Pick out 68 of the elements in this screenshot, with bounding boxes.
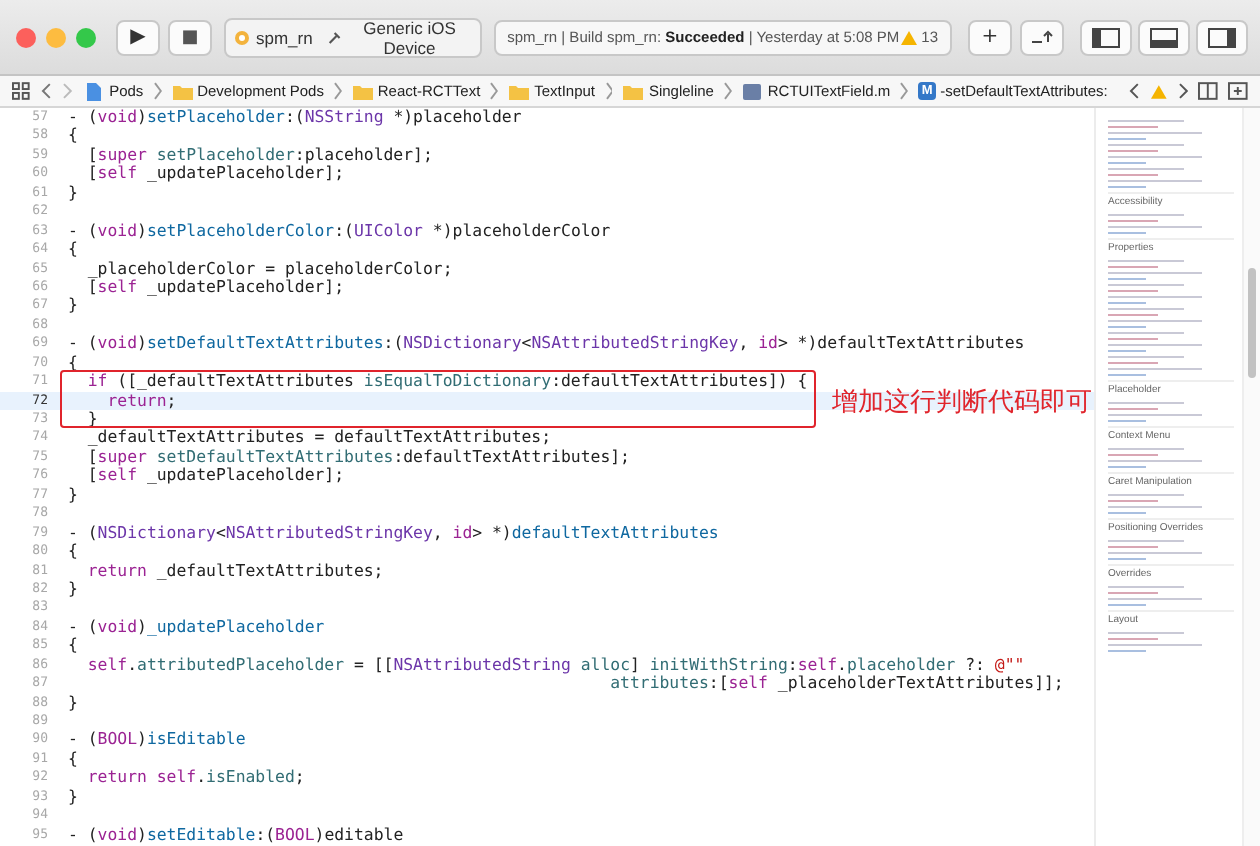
code-line: }	[68, 485, 78, 505]
code-line: return self.isEnabled;	[85, 768, 305, 788]
chevron-icon	[333, 82, 342, 100]
folder-icon	[508, 81, 531, 101]
folder-icon	[622, 81, 645, 101]
code-line: - (void)setDefaultTextAttributes:(NSDictionary<NSAttributedStringKey, id> *)defaultTextAttributes	[68, 334, 1025, 354]
code-line: }	[68, 296, 78, 316]
warning-icon	[899, 29, 918, 45]
chevron-icon	[490, 82, 499, 100]
back-icon[interactable]	[39, 82, 52, 100]
code-line: [self _updatePlaceholder];	[85, 277, 345, 297]
code-line: return;	[105, 391, 177, 410]
code-line: }	[68, 579, 78, 599]
scrollbar-thumb[interactable]	[1248, 268, 1256, 378]
code-line: }	[85, 410, 98, 429]
split-editor-icon[interactable]	[1198, 82, 1219, 100]
code-line: - (void)_updatePlaceholder	[68, 617, 325, 637]
code-line: }	[68, 693, 78, 712]
code-line: - (BOOL)isEditable	[68, 730, 246, 750]
code-line: }	[68, 787, 78, 807]
code-line: [self _updatePlaceholder];	[85, 164, 345, 184]
arrows-icon	[1030, 29, 1054, 45]
annotation-text: 增加这行判断代码即可	[832, 386, 1092, 421]
code-line: {	[68, 542, 78, 561]
code-line: return _defaultTextAttributes;	[85, 561, 384, 580]
file-icon	[741, 81, 764, 101]
code-line: }	[68, 183, 78, 203]
code-line: - (void)setEditable:(BOOL)editable	[68, 825, 404, 845]
folder-icon	[171, 81, 194, 101]
add-editor-icon[interactable]	[1228, 82, 1249, 100]
inspector-toggle-button[interactable]	[1196, 19, 1248, 55]
chevron-icon	[900, 82, 909, 100]
stop-button[interactable]: ■	[168, 19, 212, 55]
code-line: {	[68, 636, 78, 656]
code-line: self.attributedPlaceholder = [[NSAttributedString alloc] initWithString:self.placeholder ?: @""	[85, 655, 1025, 675]
navigator-toggle-button[interactable]	[1080, 19, 1132, 55]
code-line: [super setPlaceholder:placeholder];	[85, 145, 433, 165]
code-line: {	[68, 240, 78, 259]
code-line: {	[68, 749, 78, 769]
code-line: - (void)setPlaceholder:(NSString *)placeholder	[68, 108, 522, 127]
code-line: if ([_defaultTextAttributes isEqualToDictionary:defaultTextAttributes]) {	[85, 372, 808, 392]
app-icon	[234, 29, 250, 45]
code-line: [self _updatePlaceholder];	[85, 466, 345, 486]
chevron-icon	[723, 82, 732, 100]
debug-area-toggle-button[interactable]	[1138, 19, 1190, 55]
code-line: _defaultTextAttributes = defaultTextAttributes;	[85, 428, 552, 448]
code-line: {	[68, 126, 78, 146]
back-icon[interactable]	[1127, 82, 1140, 100]
panel-icon	[1150, 27, 1178, 47]
add-button[interactable]: +	[968, 19, 1012, 55]
code-review-button[interactable]	[1020, 19, 1064, 55]
forward-icon[interactable]	[1177, 82, 1189, 100]
chevron-icon	[153, 82, 162, 100]
hammer-icon	[328, 29, 342, 45]
document-icon	[83, 81, 106, 101]
code-line: - (NSDictionary<NSAttributedStringKey, id> *)defaultTextAttributes	[68, 523, 719, 543]
panel-icon	[1092, 27, 1120, 47]
code-line: - (void)setPlaceholderColor:(UIColor *)placeholderColor	[68, 221, 611, 241]
grid-icon[interactable]	[12, 82, 30, 100]
chevron-icon	[605, 82, 613, 100]
code-line: [super setDefaultTextAttributes:defaultTextAttributes];	[85, 447, 630, 467]
code-line: attributes:[self _placeholderTextAttributes]];	[608, 674, 1064, 694]
folder-icon	[351, 81, 374, 101]
run-button[interactable]: ▶	[116, 19, 160, 55]
panel-icon	[1208, 27, 1236, 47]
code-line: _placeholderColor = placeholderColor;	[85, 259, 453, 278]
device-button[interactable]: Generic iOS Device	[320, 21, 480, 53]
scheme-button[interactable]: spm_rn	[226, 21, 321, 53]
